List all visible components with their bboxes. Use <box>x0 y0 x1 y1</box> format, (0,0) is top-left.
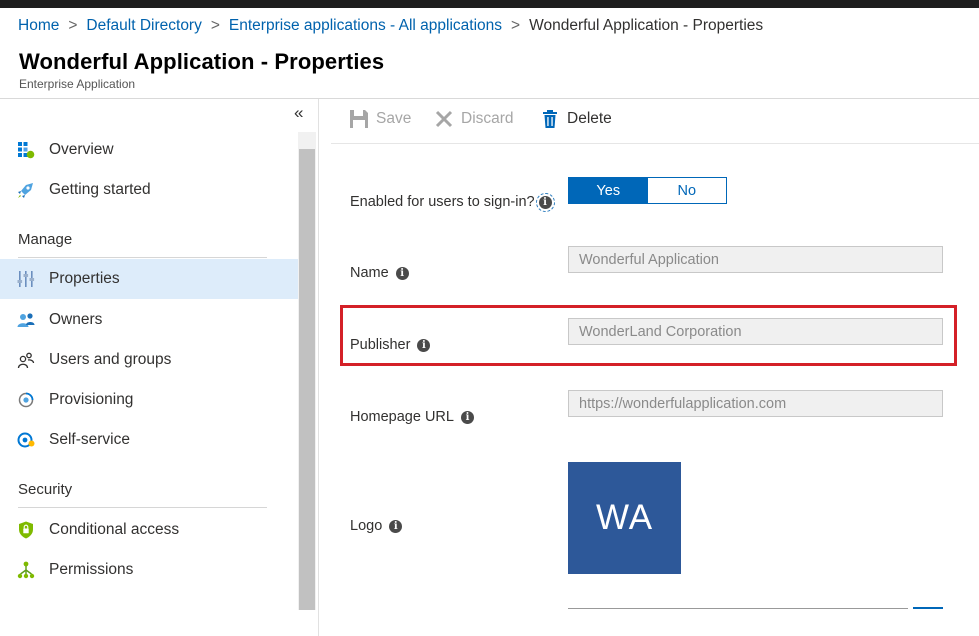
top-bar <box>0 0 979 8</box>
publisher-field[interactable]: WonderLand Corporation <box>568 318 943 345</box>
provisioning-icon <box>18 392 34 408</box>
name-label-text: Name <box>350 265 389 281</box>
owners-icon <box>17 313 35 327</box>
homepage-url-label-text: Homepage URL <box>350 409 454 425</box>
sidebar-item-properties[interactable]: Properties <box>0 259 298 299</box>
sidebar-item-users-and-groups[interactable]: Users and groups <box>0 340 298 380</box>
toggle-yes[interactable]: Yes <box>569 178 648 203</box>
save-button[interactable]: Save <box>349 109 411 129</box>
sidebar-item-owners[interactable]: Owners <box>0 300 298 340</box>
logo-label: Logo i <box>350 518 403 534</box>
sidebar-item-label: Permissions <box>49 561 134 578</box>
sidebar-item-label: Conditional access <box>49 521 180 538</box>
info-icon[interactable]: i <box>460 410 474 424</box>
trash-icon <box>543 110 557 128</box>
homepage-url-label: Homepage URL i <box>350 409 474 425</box>
command-bar: Save Discard Delete <box>319 99 979 143</box>
homepage-url-field[interactable]: https://wonderfulapplication.com <box>568 390 943 417</box>
sidebar-item-label: Overview <box>49 141 114 158</box>
discard-button[interactable]: Discard <box>434 109 514 129</box>
enabled-toggle: Yes No <box>568 177 727 204</box>
info-icon[interactable]: i <box>389 519 403 533</box>
close-icon <box>435 110 453 128</box>
users-groups-icon <box>17 352 35 369</box>
section-label-manage: Manage <box>18 231 73 248</box>
breadcrumb-separator: > <box>210 17 220 34</box>
breadcrumb-home[interactable]: Home <box>18 17 59 34</box>
sidebar-scrollbar-thumb[interactable] <box>299 149 315 610</box>
properties-sliders-icon <box>17 271 35 287</box>
save-label: Save <box>376 110 412 127</box>
publisher-label-text: Publisher <box>350 337 411 353</box>
collapse-sidebar-button[interactable]: « <box>294 103 303 123</box>
breadcrumb-separator: > <box>511 17 521 34</box>
browse-button-edge[interactable] <box>913 607 943 609</box>
sidebar-item-label: Owners <box>49 311 103 328</box>
self-service-icon <box>17 432 35 448</box>
shield-icon <box>19 521 33 539</box>
breadcrumb-current: Wonderful Application - Properties <box>529 17 764 34</box>
toggle-no[interactable]: No <box>647 178 726 203</box>
sidebar-item-permissions[interactable]: Permissions <box>0 550 298 590</box>
sidebar: « Overview Getting started Manage Proper… <box>0 99 318 636</box>
name-field[interactable]: Wonderful Application <box>568 246 943 273</box>
publisher-label: Publisher i <box>350 337 431 353</box>
file-input-underline <box>568 608 908 609</box>
sidebar-item-overview[interactable]: Overview <box>0 130 298 170</box>
sidebar-item-getting-started[interactable]: Getting started <box>0 170 298 210</box>
sidebar-item-provisioning[interactable]: Provisioning <box>0 380 298 420</box>
delete-label: Delete <box>567 110 612 127</box>
content-divider <box>318 99 319 636</box>
sidebar-item-label: Self-service <box>49 431 130 448</box>
discard-label: Discard <box>461 110 514 127</box>
breadcrumb: Home > Default Directory > Enterprise applic… <box>18 17 763 35</box>
info-icon[interactable]: i <box>535 192 555 212</box>
permissions-tree-icon <box>17 561 35 579</box>
enabled-label-text: Enabled for users to sign-in? <box>350 194 535 210</box>
breadcrumb-default-directory[interactable]: Default Directory <box>86 17 201 34</box>
breadcrumb-enterprise-applications[interactable]: Enterprise applications - All applicatio… <box>229 17 502 34</box>
info-icon[interactable]: i <box>395 266 409 280</box>
section-divider <box>18 507 267 508</box>
sidebar-item-label: Properties <box>49 270 120 287</box>
save-icon <box>350 110 368 128</box>
rocket-icon <box>18 183 33 198</box>
enabled-label: Enabled for users to sign-in? i <box>350 192 555 212</box>
app-logo: WA <box>568 462 681 574</box>
info-icon[interactable]: i <box>417 338 431 352</box>
sidebar-item-label: Provisioning <box>49 391 134 408</box>
name-label: Name i <box>350 265 409 281</box>
section-label-security: Security <box>18 481 73 498</box>
sidebar-item-self-service[interactable]: Self-service <box>0 420 298 460</box>
page-title: Wonderful Application - Properties <box>19 49 385 74</box>
sidebar-item-label: Getting started <box>49 181 151 198</box>
section-divider <box>18 257 267 258</box>
toolbar-divider <box>331 143 979 144</box>
delete-button[interactable]: Delete <box>540 109 612 129</box>
page-subtitle: Enterprise Application <box>19 77 136 91</box>
breadcrumb-separator: > <box>68 17 78 34</box>
sidebar-item-conditional-access[interactable]: Conditional access <box>0 510 298 550</box>
overview-grid-icon <box>18 142 35 159</box>
logo-label-text: Logo <box>350 518 383 534</box>
sidebar-item-label: Users and groups <box>49 351 172 368</box>
